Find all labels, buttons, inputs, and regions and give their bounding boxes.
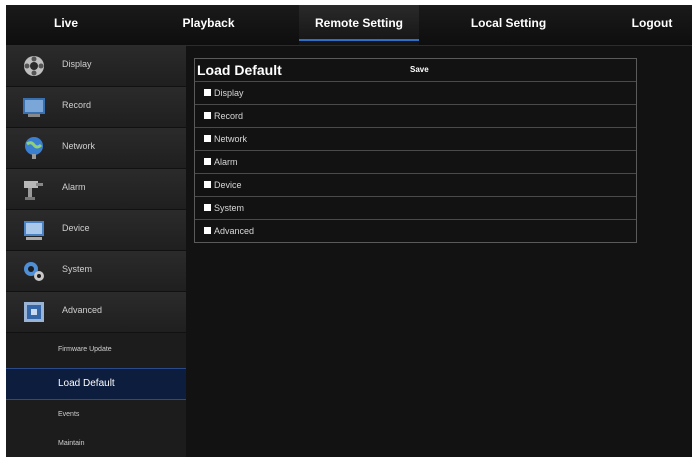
checkbox-system[interactable] xyxy=(204,204,211,211)
option-row-advanced: Advanced xyxy=(195,220,636,242)
sidebar-item-label: Alarm xyxy=(62,182,86,192)
sidebar-subitem-label: Maintain xyxy=(58,440,85,447)
sidebar-item-label: Device xyxy=(62,223,90,233)
sidebar: Display Record Network Alarm Device Syst… xyxy=(6,46,186,457)
device-icon xyxy=(22,218,46,242)
option-label: Record xyxy=(214,111,244,121)
checkbox-record[interactable] xyxy=(204,112,211,119)
system-icon xyxy=(22,259,46,283)
load-default-panel: Load Default Save Display Record Network… xyxy=(194,58,637,243)
option-label: Display xyxy=(214,88,244,98)
sidebar-item-label: Advanced xyxy=(62,305,103,315)
sidebar-subitem-label: Events xyxy=(58,411,80,418)
option-row-display: Display xyxy=(195,82,636,105)
top-navigation: Live Playback Remote Setting Local Setti… xyxy=(6,5,692,46)
tab-live[interactable]: Live xyxy=(6,5,126,45)
sidebar-subitem-load-default[interactable]: Load Default xyxy=(6,368,186,400)
tab-playback[interactable]: Playback xyxy=(151,5,266,45)
logout-button[interactable]: Logout xyxy=(612,5,692,45)
main-content: Load Default Save Display Record Network… xyxy=(186,46,692,457)
sidebar-item-device[interactable]: Device xyxy=(6,210,186,251)
checkbox-network[interactable] xyxy=(204,135,211,142)
option-row-alarm: Alarm xyxy=(195,151,636,174)
option-row-network: Network xyxy=(195,128,636,151)
checkbox-device[interactable] xyxy=(204,181,211,188)
option-label: Device xyxy=(214,180,242,190)
option-label: Advanced xyxy=(214,226,255,236)
sidebar-subitem-maintain[interactable]: Maintain xyxy=(6,430,186,457)
checkbox-display[interactable] xyxy=(204,89,211,96)
sidebar-subitem-label: Load Default xyxy=(58,378,115,389)
sidebar-item-label: Record xyxy=(62,100,92,110)
record-icon xyxy=(22,95,46,119)
checkbox-advanced[interactable] xyxy=(204,227,211,234)
tab-remote-setting-label: Remote Setting xyxy=(314,16,403,30)
sidebar-subitem-label: Firmware Update xyxy=(58,346,112,353)
sidebar-item-network[interactable]: Network xyxy=(6,128,186,169)
option-label: Alarm xyxy=(214,157,238,167)
network-icon xyxy=(22,136,46,160)
sidebar-item-label: Network xyxy=(62,141,96,151)
sidebar-item-system[interactable]: System xyxy=(6,251,186,292)
save-button[interactable]: Save xyxy=(410,65,429,74)
sidebar-item-alarm[interactable]: Alarm xyxy=(6,169,186,210)
sidebar-item-label: Display xyxy=(62,59,92,69)
sidebar-item-record[interactable]: Record xyxy=(6,87,186,128)
alarm-icon xyxy=(22,177,46,201)
checkbox-alarm[interactable] xyxy=(204,158,211,165)
panel-header: Load Default Save xyxy=(195,59,636,82)
tab-remote-setting[interactable]: Remote Setting xyxy=(299,5,419,45)
tab-local-setting[interactable]: Local Setting xyxy=(451,5,566,45)
option-row-system: System xyxy=(195,197,636,220)
sidebar-item-label: System xyxy=(62,264,93,274)
option-label: Network xyxy=(214,134,248,144)
dvr-settings-window: Live Playback Remote Setting Local Setti… xyxy=(6,5,692,457)
sidebar-item-display[interactable]: Display xyxy=(6,46,186,87)
option-row-device: Device xyxy=(195,174,636,197)
advanced-icon xyxy=(22,300,46,324)
sidebar-subitem-events[interactable]: Events xyxy=(6,401,186,431)
sidebar-subitem-firmware-update[interactable]: Firmware Update xyxy=(6,336,186,366)
option-label: System xyxy=(214,203,245,213)
page-title: Load Default xyxy=(197,62,282,78)
option-row-record: Record xyxy=(195,105,636,128)
display-icon xyxy=(22,54,46,78)
sidebar-item-advanced[interactable]: Advanced xyxy=(6,292,186,333)
active-tab-indicator xyxy=(299,39,419,41)
